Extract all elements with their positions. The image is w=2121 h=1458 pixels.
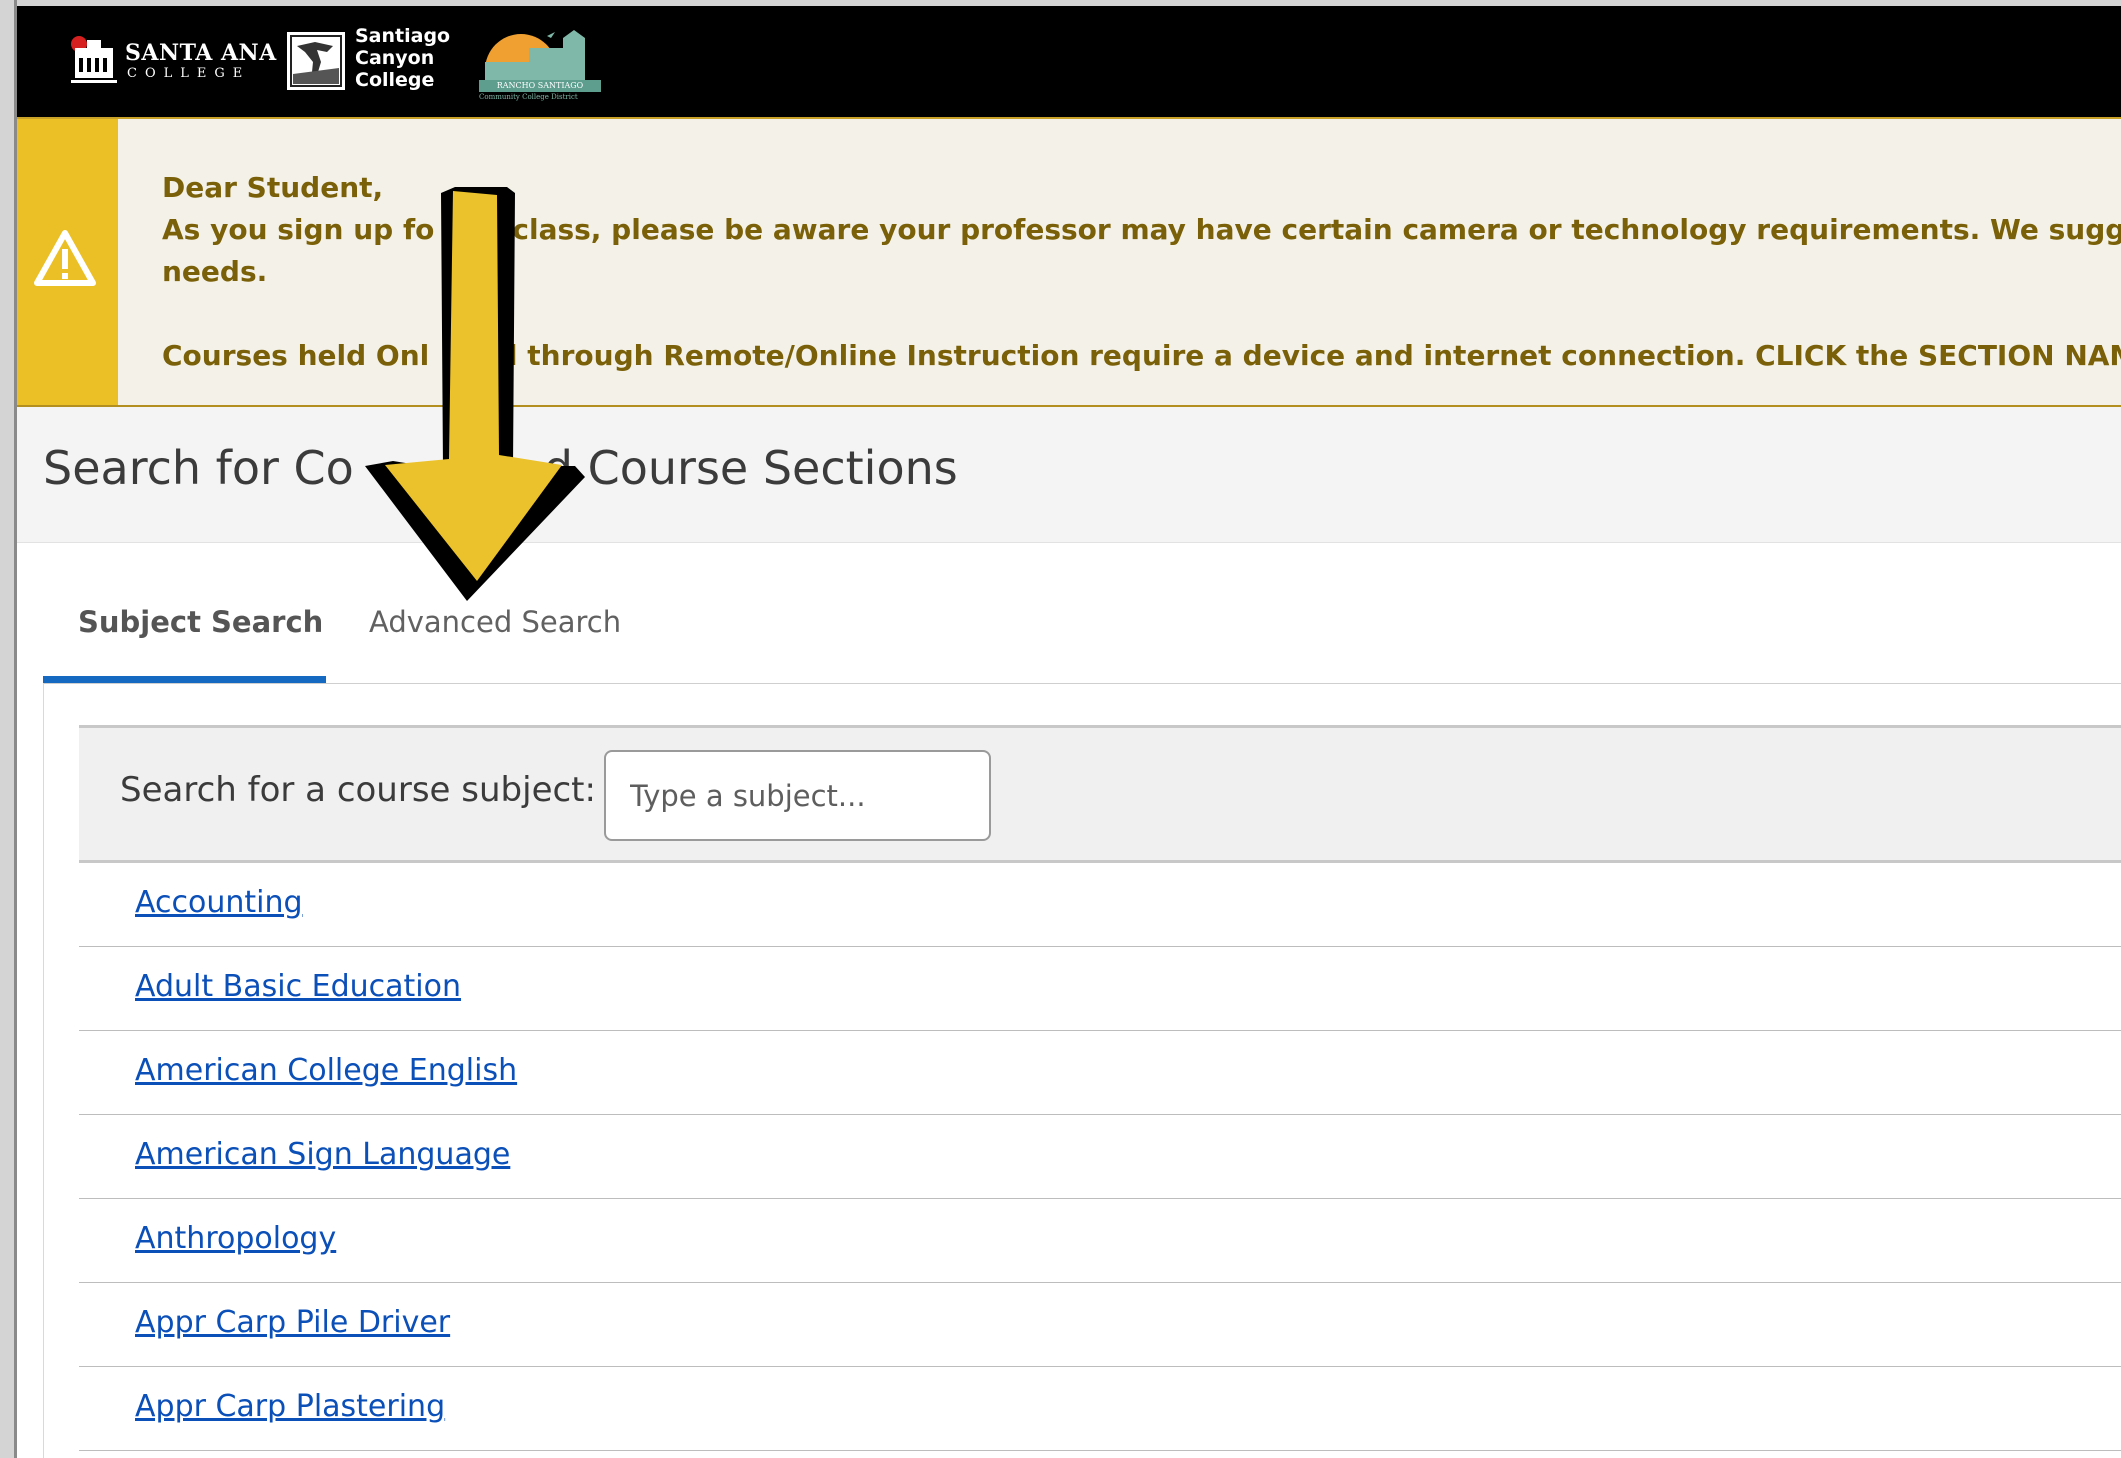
search-tabs: Subject Search Advanced Search — [43, 596, 2121, 684]
list-item: Appr Carp Plastering — [79, 1367, 2121, 1451]
tab-advanced-search[interactable]: Advanced Search — [369, 596, 621, 683]
subject-link-accounting[interactable]: Accounting — [135, 885, 303, 920]
santa-ana-college-logo[interactable]: SANTA ANA COLLEGE — [69, 28, 276, 90]
site-header: SANTA ANA COLLEGE Santiago Canyon Colleg… — [17, 6, 2121, 117]
building-icon — [69, 34, 119, 86]
list-item: American Sign Language — [79, 1115, 2121, 1199]
santiago-canyon-college-logo[interactable]: Santiago Canyon College — [287, 24, 457, 94]
subject-link-anthropology[interactable]: Anthropology — [135, 1221, 336, 1256]
list-item: Accounting — [79, 863, 2121, 947]
sunrise-mission-icon — [477, 30, 605, 80]
alert-accent-bar — [17, 119, 118, 405]
subject-list: Accounting Adult Basic Education America… — [79, 863, 2121, 1451]
sac-logo-name: SANTA ANA — [125, 40, 277, 66]
rsccd-logo-sub: Community College District — [479, 93, 578, 101]
subject-search-panel: Search for a course subject: Accounting … — [43, 683, 2121, 1458]
list-item: Anthropology — [79, 1199, 2121, 1283]
page-title-bar: Search for Co d Course Sections — [17, 407, 2121, 543]
subject-link-adult-basic-education[interactable]: Adult Basic Education — [135, 969, 461, 1004]
student-notice-alert: Dear Student, As you sign up fo class, p… — [17, 117, 2121, 407]
scc-logo-line3: College — [355, 69, 435, 91]
rancho-santiago-logo[interactable]: RANCHO SANTIAGO Community College Distri… — [477, 20, 627, 101]
list-item: American College English — [79, 1031, 2121, 1115]
subject-link-appr-carp-plastering[interactable]: Appr Carp Plastering — [135, 1389, 445, 1424]
list-item: Appr Carp Pile Driver — [79, 1283, 2121, 1367]
sac-logo-sub: COLLEGE — [127, 66, 251, 81]
list-item: Adult Basic Education — [79, 947, 2121, 1031]
subject-link-appr-carp-pile-driver[interactable]: Appr Carp Pile Driver — [135, 1305, 450, 1340]
tree-icon — [287, 32, 345, 90]
alert-line-devices-end: d through Remote/Online Instruction requ… — [497, 339, 2121, 372]
scc-logo-line2: Canyon — [355, 47, 435, 69]
subject-link-american-college-english[interactable]: American College English — [135, 1053, 517, 1088]
page-title-end: d Course Sections — [543, 441, 958, 495]
annotation-arrow-icon — [365, 187, 585, 601]
page: SANTA ANA COLLEGE Santiago Canyon Colleg… — [17, 6, 2121, 1458]
window-frame-left — [0, 0, 17, 1458]
alert-line-requirements-end: class, please be aware your professor ma… — [512, 213, 2121, 246]
scc-logo-line1: Santiago — [355, 25, 451, 47]
rsccd-logo-band: RANCHO SANTIAGO — [479, 80, 601, 92]
tab-subject-search[interactable]: Subject Search — [43, 596, 326, 683]
subject-search-input[interactable] — [604, 750, 991, 841]
page-title-start: Search for Co — [43, 441, 354, 495]
subject-link-american-sign-language[interactable]: American Sign Language — [135, 1137, 510, 1172]
subject-search-bar: Search for a course subject: — [79, 725, 2121, 863]
warning-triangle-icon — [34, 230, 96, 286]
search-label: Search for a course subject: — [120, 770, 596, 810]
